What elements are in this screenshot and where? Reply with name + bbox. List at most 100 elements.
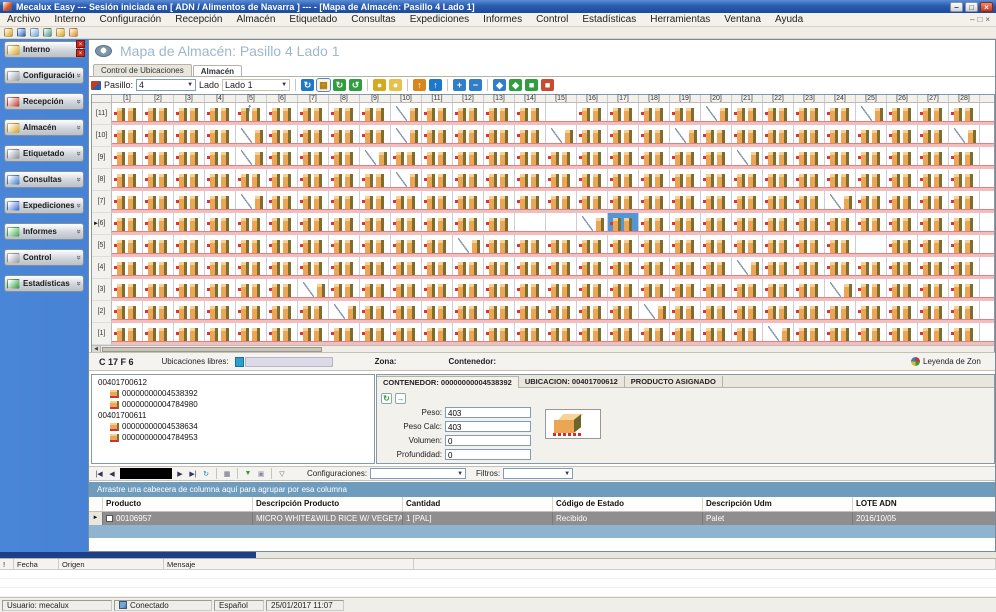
grid-cell[interactable] <box>267 235 298 257</box>
grid-cell[interactable] <box>732 169 763 191</box>
grid-cell[interactable] <box>887 235 918 257</box>
grid-cell[interactable] <box>825 147 856 169</box>
grid-cell[interactable] <box>236 301 267 323</box>
grid-cell[interactable]: ↑ <box>236 103 267 125</box>
copy-icon[interactable]: ▣ <box>256 470 266 478</box>
lock-icon[interactable] <box>56 28 65 37</box>
grid-cell[interactable] <box>422 169 453 191</box>
grid-cell[interactable] <box>856 279 887 301</box>
export-icon[interactable]: ▼ <box>243 470 253 477</box>
grid-cell[interactable] <box>577 125 608 147</box>
grid-cell[interactable] <box>174 235 205 257</box>
sidebar-item-estadisticas[interactable]: Estadísticas» <box>4 275 84 292</box>
grid-cell[interactable] <box>732 257 763 279</box>
grid-cell[interactable] <box>887 301 918 323</box>
grid-cell[interactable] <box>112 279 143 301</box>
grid-cell[interactable] <box>143 235 174 257</box>
pallet-out-icon[interactable]: ↑ <box>429 79 442 91</box>
sidebar-item-informes[interactable]: Informes» <box>4 223 84 240</box>
grid-cell[interactable] <box>763 235 794 257</box>
grid-cell[interactable] <box>639 147 670 169</box>
grid-cell[interactable] <box>949 323 980 345</box>
grid-cell[interactable] <box>856 301 887 323</box>
grid-cell[interactable] <box>794 323 825 345</box>
grid-cell[interactable] <box>670 323 701 345</box>
grid-cell[interactable] <box>577 213 608 235</box>
grid-cell[interactable] <box>856 257 887 279</box>
grid-cell[interactable] <box>143 279 174 301</box>
grid-cell[interactable] <box>639 301 670 323</box>
grid-cell[interactable] <box>298 103 329 125</box>
grid-cell[interactable] <box>763 301 794 323</box>
sidebar-item-recepcion[interactable]: Recepción» <box>4 93 84 110</box>
menu-ayuda[interactable]: Ayuda <box>768 14 810 25</box>
grid-cell[interactable] <box>887 103 918 125</box>
grid-cell[interactable] <box>267 125 298 147</box>
last-record-button[interactable]: ▶| <box>188 470 198 478</box>
grid-cell[interactable] <box>949 169 980 191</box>
grid-cell[interactable] <box>639 191 670 213</box>
grid-cell[interactable] <box>825 125 856 147</box>
grid-cell[interactable] <box>949 147 980 169</box>
grid-cell[interactable] <box>391 103 422 125</box>
group-by-bar[interactable]: Arrastre una cabecera de columna aquí pa… <box>89 482 996 497</box>
grid-cell[interactable] <box>577 323 608 345</box>
grid-cell[interactable] <box>422 213 453 235</box>
grid-cell[interactable] <box>639 279 670 301</box>
tree-node-container[interactable]: 00000000004784980 <box>98 399 374 410</box>
field-input-pesocalc[interactable]: 403 <box>445 421 531 432</box>
grid-cell[interactable] <box>608 257 639 279</box>
move-pallet-icon[interactable]: ◆ <box>493 79 506 91</box>
menu-control[interactable]: Control <box>529 14 575 25</box>
grid-cell[interactable] <box>112 147 143 169</box>
grid-cell[interactable] <box>112 191 143 213</box>
grid-cell[interactable] <box>515 213 546 235</box>
grid-cell[interactable] <box>422 235 453 257</box>
grid-cell[interactable] <box>670 279 701 301</box>
grid-cell[interactable] <box>112 125 143 147</box>
grid-cell[interactable] <box>236 191 267 213</box>
refresh-detail-icon[interactable]: ↻ <box>381 393 392 404</box>
grid-cell[interactable] <box>112 235 143 257</box>
grid-cell[interactable] <box>918 213 949 235</box>
grid-cell[interactable] <box>484 125 515 147</box>
container-tree[interactable]: 0040170061200000000004538392000000000047… <box>91 374 375 464</box>
grid-cell[interactable] <box>701 191 732 213</box>
grid-cell[interactable] <box>732 213 763 235</box>
grid-cell[interactable] <box>577 257 608 279</box>
grid-cell[interactable] <box>577 169 608 191</box>
grid-cell[interactable] <box>949 103 980 125</box>
grid-cell[interactable] <box>484 169 515 191</box>
grid-cell[interactable] <box>453 323 484 345</box>
grid-cell[interactable] <box>732 191 763 213</box>
grid-cell[interactable] <box>391 213 422 235</box>
grid-cell[interactable] <box>918 103 949 125</box>
grid-cell[interactable] <box>422 191 453 213</box>
grid-cell[interactable] <box>763 191 794 213</box>
grid-cell[interactable] <box>670 191 701 213</box>
grid-cell[interactable] <box>484 257 515 279</box>
grid-cell[interactable] <box>670 257 701 279</box>
grid-cell[interactable] <box>918 169 949 191</box>
sidebar-item-configuracion[interactable]: Configuración» <box>4 67 84 84</box>
grid-cell[interactable] <box>825 191 856 213</box>
grid-cell[interactable] <box>205 169 236 191</box>
grid-cell[interactable] <box>794 125 825 147</box>
grid-cell[interactable] <box>701 257 732 279</box>
grid-cell[interactable] <box>453 125 484 147</box>
grid-cell[interactable] <box>732 103 763 125</box>
grid-cell[interactable] <box>732 301 763 323</box>
sidebar-item-almacen[interactable]: Almacén» <box>4 119 84 136</box>
return-icon[interactable]: ↺ <box>349 79 362 91</box>
grid-cell[interactable] <box>577 147 608 169</box>
grid-cell[interactable] <box>515 125 546 147</box>
grid-view-icon[interactable]: ▦ <box>222 470 232 478</box>
close-button[interactable]: × <box>980 2 993 12</box>
grid-cell[interactable] <box>918 279 949 301</box>
grid-cell[interactable] <box>236 213 267 235</box>
menu-informes[interactable]: Informes <box>476 14 529 25</box>
grid-cell[interactable] <box>453 301 484 323</box>
grid-cell[interactable] <box>856 125 887 147</box>
grid-cell[interactable] <box>763 213 794 235</box>
grid-cell[interactable] <box>856 169 887 191</box>
